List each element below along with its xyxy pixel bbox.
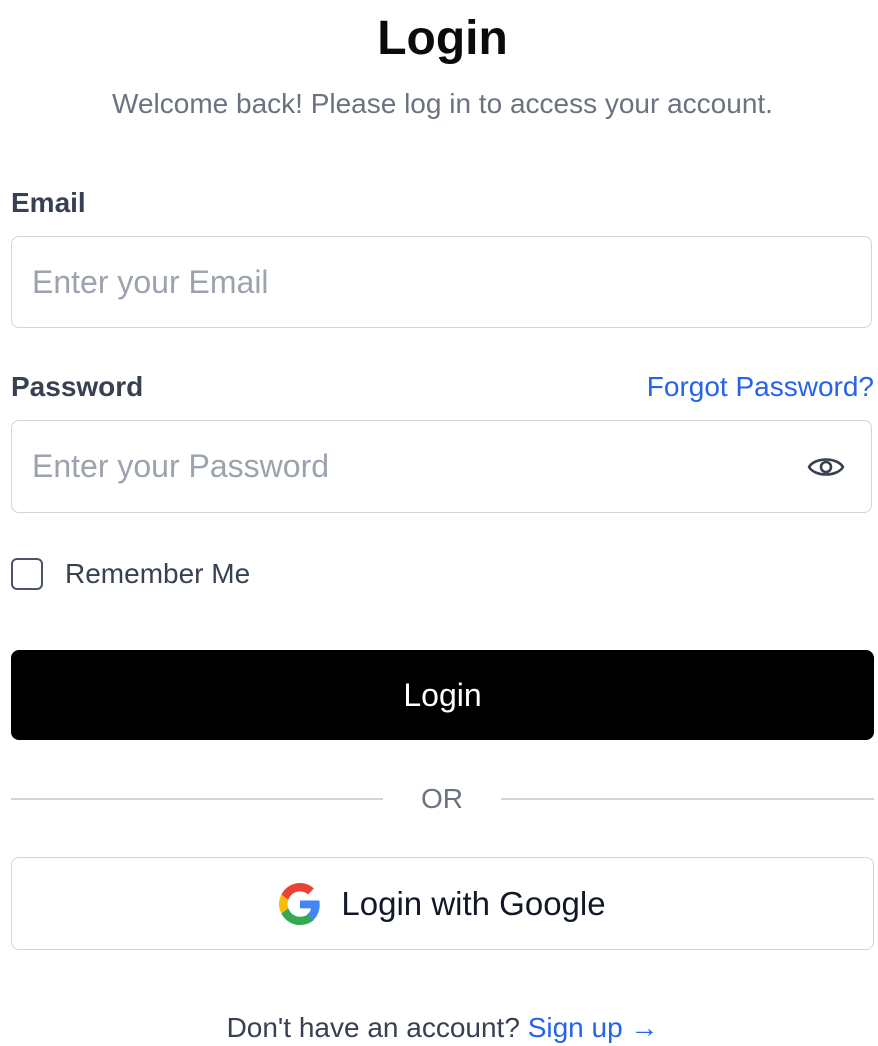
page-subtitle: Welcome back! Please log in to access yo… xyxy=(112,88,773,119)
google-button-label: Login with Google xyxy=(341,884,606,922)
signup-link[interactable]: Sign up → xyxy=(528,1012,659,1043)
divider-line-left xyxy=(11,798,383,800)
divider-line-right xyxy=(501,798,874,800)
google-icon xyxy=(279,882,321,925)
email-label: Email xyxy=(11,187,86,218)
signup-row: Don't have an account? Sign up → xyxy=(11,1010,874,1046)
login-with-google-button[interactable]: Login with Google xyxy=(11,857,874,950)
login-button[interactable]: Login xyxy=(11,650,874,740)
password-label: Password xyxy=(11,371,144,402)
google-button-content: Login with Google xyxy=(12,858,873,949)
remember-me-label: Remember Me xyxy=(65,558,251,589)
password-field-container xyxy=(11,420,872,513)
signup-prompt: Don't have an account? xyxy=(226,1012,520,1043)
password-input[interactable] xyxy=(32,421,792,512)
email-field-container xyxy=(11,236,872,328)
divider-text: OR xyxy=(421,783,463,814)
forgot-password-link[interactable]: Forgot Password? xyxy=(647,370,874,404)
remember-me-checkbox[interactable] xyxy=(11,558,43,590)
page-title: Login xyxy=(377,12,508,65)
eye-icon[interactable] xyxy=(807,451,845,483)
email-input[interactable] xyxy=(32,237,792,327)
